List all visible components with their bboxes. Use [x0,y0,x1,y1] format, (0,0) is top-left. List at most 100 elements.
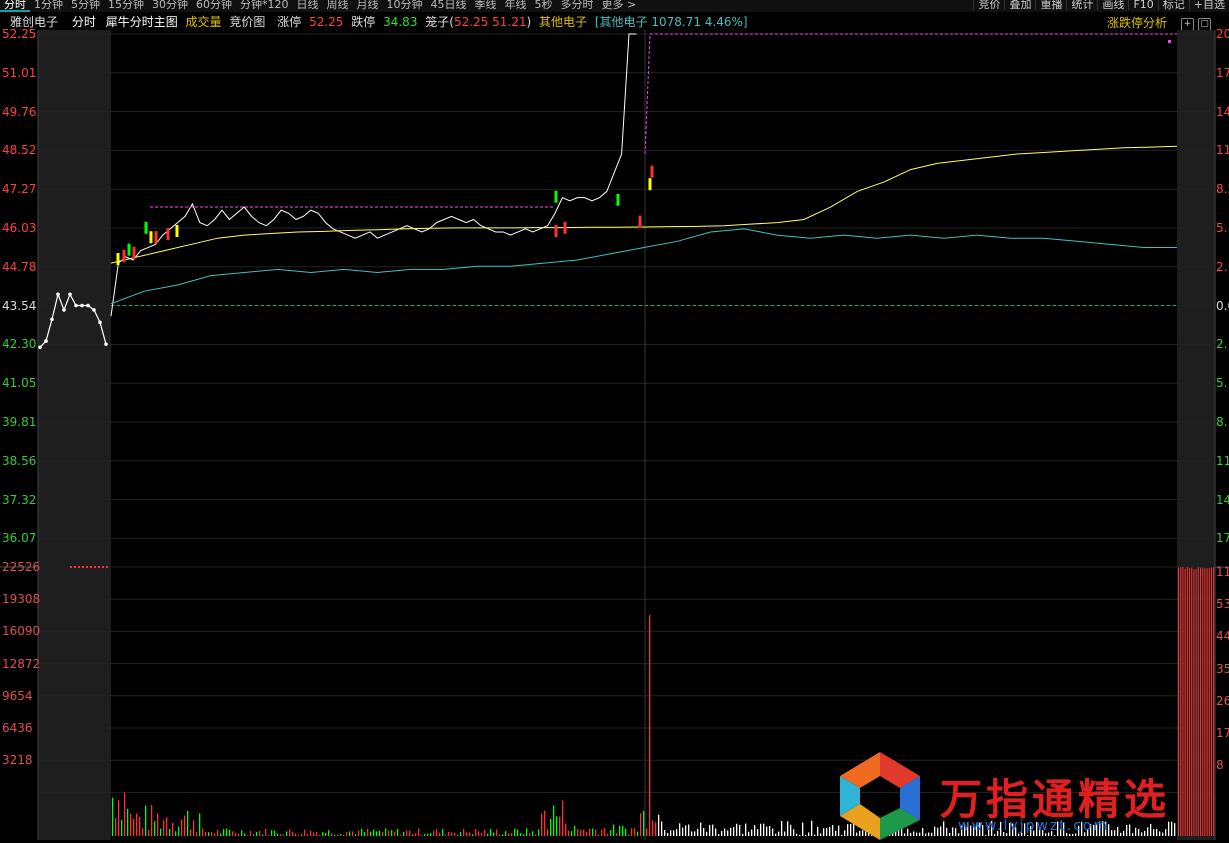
volume-bar [484,830,486,836]
axis-tick-label: 3218 [2,753,33,768]
volume-bar [361,828,363,836]
volume-bar [511,832,513,836]
volume-bar [181,819,183,836]
axis-tick-label: 49.76 [2,104,37,119]
volume-bar [673,830,675,836]
price-point [38,345,42,350]
volume-bar [328,830,330,836]
volume-bar [349,831,351,836]
volume-bar [223,829,225,836]
watermark-url: www.lvjpwzt.com [958,818,1110,834]
volume-bar [712,824,714,836]
volume-bar [691,831,693,836]
volume-bar [352,831,354,836]
price-point [92,308,96,312]
signal-mark [648,178,652,191]
volume-bar [427,833,429,836]
sector-line [110,228,1177,305]
volume-bar [481,832,483,836]
signal-mark [116,253,120,266]
volume-bar [454,832,456,836]
volume-bar [229,829,231,836]
volume-bar [535,834,537,836]
axis-tick-label: 14 [1216,104,1229,119]
volume-bar [418,828,420,836]
volume-bar [322,832,324,836]
volume-bar [274,830,276,836]
volume-bar [562,800,564,836]
volume-bar [565,823,567,836]
volume-bar [745,823,747,836]
volume-bar [637,831,639,836]
volume-bar [556,816,558,836]
axis-tick-label: 51.01 [2,65,37,80]
volume-bar [766,826,768,836]
volume-bar [826,827,828,836]
volume-bar [526,828,528,836]
volume-bar [244,833,246,836]
volume-bar [136,813,138,836]
volume-bar [640,813,642,836]
volume-bar [547,829,549,836]
volume-bar [166,817,168,836]
signal-mark [132,246,136,259]
volume-bar [724,828,726,836]
volume-bar [754,825,756,836]
volume-bar [643,810,645,836]
price-point [80,303,84,308]
intraday-chart[interactable] [0,0,1229,840]
volume-bar [382,832,384,836]
axis-tick-label: 48.52 [2,143,37,158]
volume-bar [286,831,288,836]
signal-mark [154,231,158,244]
volume-bar [232,831,234,836]
volume-bar [502,834,504,836]
volume-bar [235,832,237,836]
volume-bar [742,833,744,836]
volume-bar [682,827,684,836]
axis-tick-label: 52.25 [2,27,37,41]
volume-bar [442,828,444,836]
volume-bar [523,834,525,836]
volume-bar [292,831,294,836]
volume-bar [457,834,459,836]
volume-bar [574,826,576,836]
signal-mark [175,224,179,237]
volume-bar [604,828,606,836]
volume-bar [496,829,498,836]
volume-bar [358,830,360,836]
volume-bar [262,834,264,836]
axis-tick-label: 16090 [2,624,41,639]
price-point [50,317,54,322]
volume-bar [529,832,531,836]
volume-bar [313,832,315,836]
limit-marker [1168,40,1171,43]
volume-bar [670,830,672,836]
signal-mark [616,193,620,206]
volume-bar [190,829,192,836]
volume-bar [340,833,342,836]
volume-bar [805,834,807,836]
volume-bar [268,835,270,836]
volume-bar [514,828,516,836]
volume-bar [424,833,426,836]
axis-tick-label: 35 [1216,661,1229,676]
pre-market-panel [38,30,111,840]
signal-mark [563,221,567,234]
price-point [74,303,78,308]
volume-bar [667,832,669,836]
volume-bar [133,818,135,836]
volume-bar [586,832,588,836]
axis-tick-label: 11 [1216,453,1229,468]
volume-bar [280,834,282,836]
volume-bar [142,828,144,836]
volume-bar [814,834,816,836]
volume-bar [112,797,114,836]
volume-bar [460,832,462,836]
volume-bar [139,816,141,836]
signal-mark [127,243,131,256]
volume-bar [265,828,267,836]
axis-tick-label: 11 [1216,565,1229,579]
volume-bar [151,805,153,836]
volume-bar [397,828,399,836]
